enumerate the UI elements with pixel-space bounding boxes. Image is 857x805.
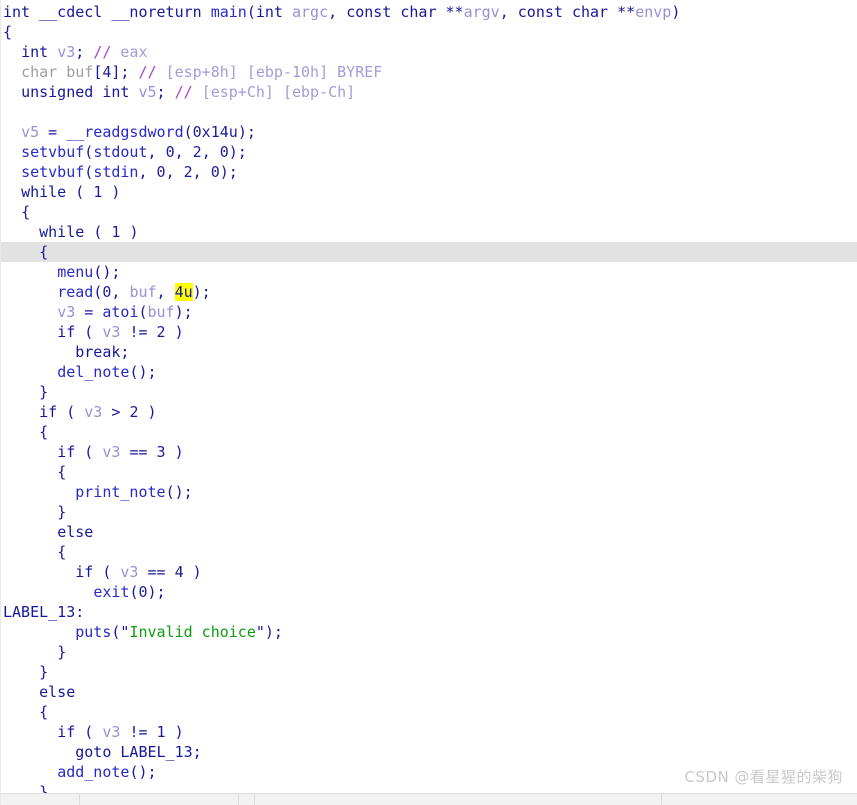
code-line[interactable]: while ( 1 ) xyxy=(1,182,857,202)
code-line[interactable]: exit(0); xyxy=(1,582,857,602)
code-line[interactable]: { xyxy=(1,422,857,442)
code-line[interactable]: } xyxy=(1,382,857,402)
search-highlight-token[interactable]: 4u xyxy=(174,283,193,301)
code-line[interactable]: int __cdecl __noreturn main(int argc, co… xyxy=(1,2,857,22)
scrollbar-tick xyxy=(661,794,662,805)
code-line-current[interactable]: { xyxy=(1,242,857,262)
code-line[interactable]: } xyxy=(1,662,857,682)
code-line[interactable]: menu(); xyxy=(1,262,857,282)
code-line[interactable]: setvbuf(stdout, 0, 2, 0); xyxy=(1,142,857,162)
code-line[interactable]: read(0, buf, 4u); xyxy=(1,282,857,302)
code-line[interactable]: if ( v3 != 2 ) xyxy=(1,322,857,342)
code-line[interactable]: if ( v3 == 3 ) xyxy=(1,442,857,462)
code-line[interactable]: { xyxy=(1,462,857,482)
code-line[interactable]: while ( 1 ) xyxy=(1,222,857,242)
code-line[interactable]: if ( v3 == 4 ) xyxy=(1,562,857,582)
code-line[interactable]: char buf[4]; // [esp+8h] [ebp-10h] BYREF xyxy=(1,62,857,82)
code-line[interactable]: break; xyxy=(1,342,857,362)
horizontal-scrollbar[interactable] xyxy=(1,793,857,805)
code-text-area[interactable]: int __cdecl __noreturn main(int argc, co… xyxy=(1,0,857,805)
code-line[interactable]: if ( v3 != 1 ) xyxy=(1,722,857,742)
code-line[interactable]: { xyxy=(1,22,857,42)
csdn-watermark: CSDN @看星猩的柴狗 xyxy=(684,768,843,786)
code-line[interactable]: print_note(); xyxy=(1,482,857,502)
code-line[interactable]: del_note(); xyxy=(1,362,857,382)
code-line[interactable]: } xyxy=(1,502,857,522)
code-line[interactable]: { xyxy=(1,202,857,222)
code-line[interactable]: unsigned int v5; // [esp+Ch] [ebp-Ch] xyxy=(1,82,857,102)
code-line[interactable]: goto LABEL_13; xyxy=(1,742,857,762)
code-line[interactable]: setvbuf(stdin, 0, 2, 0); xyxy=(1,162,857,182)
code-line[interactable]: } xyxy=(1,642,857,662)
code-line-blank[interactable] xyxy=(1,102,857,122)
code-line-label[interactable]: LABEL_13: xyxy=(1,602,857,622)
pseudocode-view[interactable]: int __cdecl __noreturn main(int argc, co… xyxy=(0,0,857,805)
code-line[interactable]: { xyxy=(1,702,857,722)
code-line[interactable]: else xyxy=(1,682,857,702)
scrollbar-tick xyxy=(238,794,239,805)
code-line[interactable]: v5 = __readgsdword(0x14u); xyxy=(1,122,857,142)
scrollbar-tick xyxy=(254,794,255,805)
code-line[interactable]: puts("Invalid choice"); xyxy=(1,622,857,642)
code-line[interactable]: if ( v3 > 2 ) xyxy=(1,402,857,422)
code-line[interactable]: v3 = atoi(buf); xyxy=(1,302,857,322)
code-line[interactable]: int v3; // eax xyxy=(1,42,857,62)
code-line[interactable]: else xyxy=(1,522,857,542)
code-line[interactable]: { xyxy=(1,542,857,562)
scrollbar-tick xyxy=(79,794,80,805)
